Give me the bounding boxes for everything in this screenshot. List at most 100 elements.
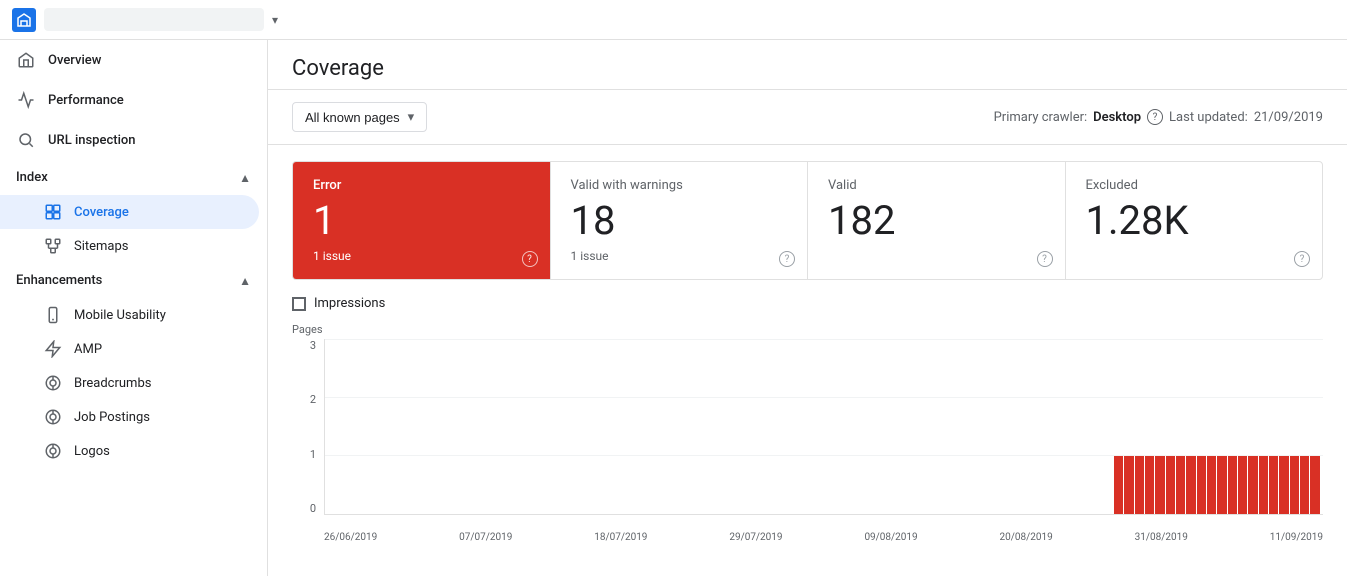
chart-bar [536,513,545,514]
url-input[interactable]: https://www.accelerate-agen... [44,8,264,31]
coverage-label: Coverage [74,205,129,220]
chart-bar [505,513,514,514]
chart-bar [845,513,854,514]
chart-bar [711,513,720,514]
valid-help-icon[interactable]: ? [1037,251,1053,267]
chart-bar [463,513,472,514]
chart-bar [360,513,369,514]
url-chevron-icon[interactable]: ▾ [272,13,278,27]
chart-bar [350,513,359,514]
x-labels: 26/06/2019 07/07/2019 18/07/2019 29/07/2… [324,532,1323,543]
chart-bar [660,513,669,514]
x-label-7: 11/09/2019 [1270,532,1323,543]
page-header: Coverage [268,40,1347,90]
performance-icon [16,90,36,110]
chart-bar [474,513,483,514]
chart-bar [680,513,689,514]
chart-inner [324,339,1323,515]
stat-card-valid-warnings[interactable]: Valid with warnings 18 1 issue ? [551,162,809,279]
crawler-info: Primary crawler: Desktop ? Last updated:… [994,109,1323,125]
chart-bar [443,513,452,514]
chart-legend: Impressions [292,296,1323,311]
chart-bar [639,513,648,514]
chart-bar [1310,456,1319,514]
chart-bar [1248,456,1257,514]
chart-bar [783,513,792,514]
sidebar-item-logos[interactable]: Logos [0,434,259,468]
excluded-help-icon[interactable]: ? [1294,251,1310,267]
chart-bar [1228,456,1237,514]
chart-bar [980,513,989,514]
chart-bar [1290,456,1299,514]
chart-bar [918,513,927,514]
valid-value: 182 [828,197,1045,245]
chart-bar [608,513,617,514]
chart-bar [1259,456,1268,514]
chart-bar [649,513,658,514]
sidebar-item-breadcrumbs[interactable]: Breadcrumbs [0,366,259,400]
amp-label: AMP [74,342,102,357]
y-label-3: 3 [292,339,316,352]
chart-bar [494,513,503,514]
chart-bar [969,513,978,514]
valid-warnings-help-icon[interactable]: ? [779,251,795,267]
stat-card-valid[interactable]: Valid 182 ? [808,162,1066,279]
chart-bar [1166,456,1175,514]
sidebar-item-job-postings[interactable]: Job Postings [0,400,259,434]
crawler-help-icon[interactable]: ? [1147,109,1163,125]
search-icon [16,130,36,150]
chart-bar [1021,513,1030,514]
legend-checkbox[interactable] [292,297,306,311]
sidebar-item-amp[interactable]: AMP [0,332,259,366]
sidebar-item-overview[interactable]: Overview [0,40,259,80]
sidebar-item-coverage[interactable]: Coverage [0,195,259,229]
logos-label: Logos [74,444,110,459]
chart-bar [773,513,782,514]
chart-container: Pages 3 2 1 0 26/06/2019 07/07/2019 [292,323,1323,543]
stats-cards: Error 1 1 issue ? Valid with warnings 18… [292,161,1323,280]
valid-warnings-label: Valid with warnings [571,178,788,193]
breadcrumbs-label: Breadcrumbs [74,376,151,391]
chart-bar [814,513,823,514]
chart-bar [835,513,844,514]
top-bar: https://www.accelerate-agen... ▾ [0,0,1347,40]
toolbar: All known pages ▾ Primary crawler: Deskt… [268,90,1347,145]
page-title: Coverage [292,56,384,81]
index-section-label: Index [16,170,48,185]
chart-bar [618,513,627,514]
chart-bar [546,513,555,514]
sitemaps-label: Sitemaps [74,239,129,254]
x-label-5: 20/08/2019 [1000,532,1053,543]
chart-bar [422,513,431,514]
sidebar-item-performance[interactable]: Performance [0,80,259,120]
chart-bar [701,513,710,514]
chart-bar [629,513,638,514]
y-labels: 3 2 1 0 [292,339,316,515]
sidebar-item-sitemaps[interactable]: Sitemaps [0,229,259,263]
x-label-3: 29/07/2019 [729,532,782,543]
chart-bar [587,513,596,514]
valid-warnings-sub: 1 issue [571,249,788,263]
stat-card-excluded[interactable]: Excluded 1.28K ? [1066,162,1323,279]
sidebar-item-mobile-usability[interactable]: Mobile Usability [0,298,259,332]
chart-bar [556,513,565,514]
index-section-header[interactable]: Index ▲ [0,160,267,195]
chart-bar [907,513,916,514]
filter-button[interactable]: All known pages ▾ [292,102,427,132]
chart-bar [897,513,906,514]
stat-card-error[interactable]: Error 1 1 issue ? [293,162,551,279]
chart-bar [1052,513,1061,514]
enhancements-section-header[interactable]: Enhancements ▲ [0,263,267,298]
x-label-1: 07/07/2019 [459,532,512,543]
enhancements-chevron-icon: ▲ [239,274,251,288]
chart-bar [1073,513,1082,514]
x-label-0: 26/06/2019 [324,532,377,543]
chart-bar [949,513,958,514]
error-help-icon[interactable]: ? [522,251,538,267]
filter-label: All known pages [305,110,400,125]
legend-label: Impressions [314,296,385,311]
amp-icon [44,340,62,358]
error-label: Error [313,178,530,193]
chart-bar [401,513,410,514]
sidebar-item-url-inspection[interactable]: URL inspection [0,120,259,160]
